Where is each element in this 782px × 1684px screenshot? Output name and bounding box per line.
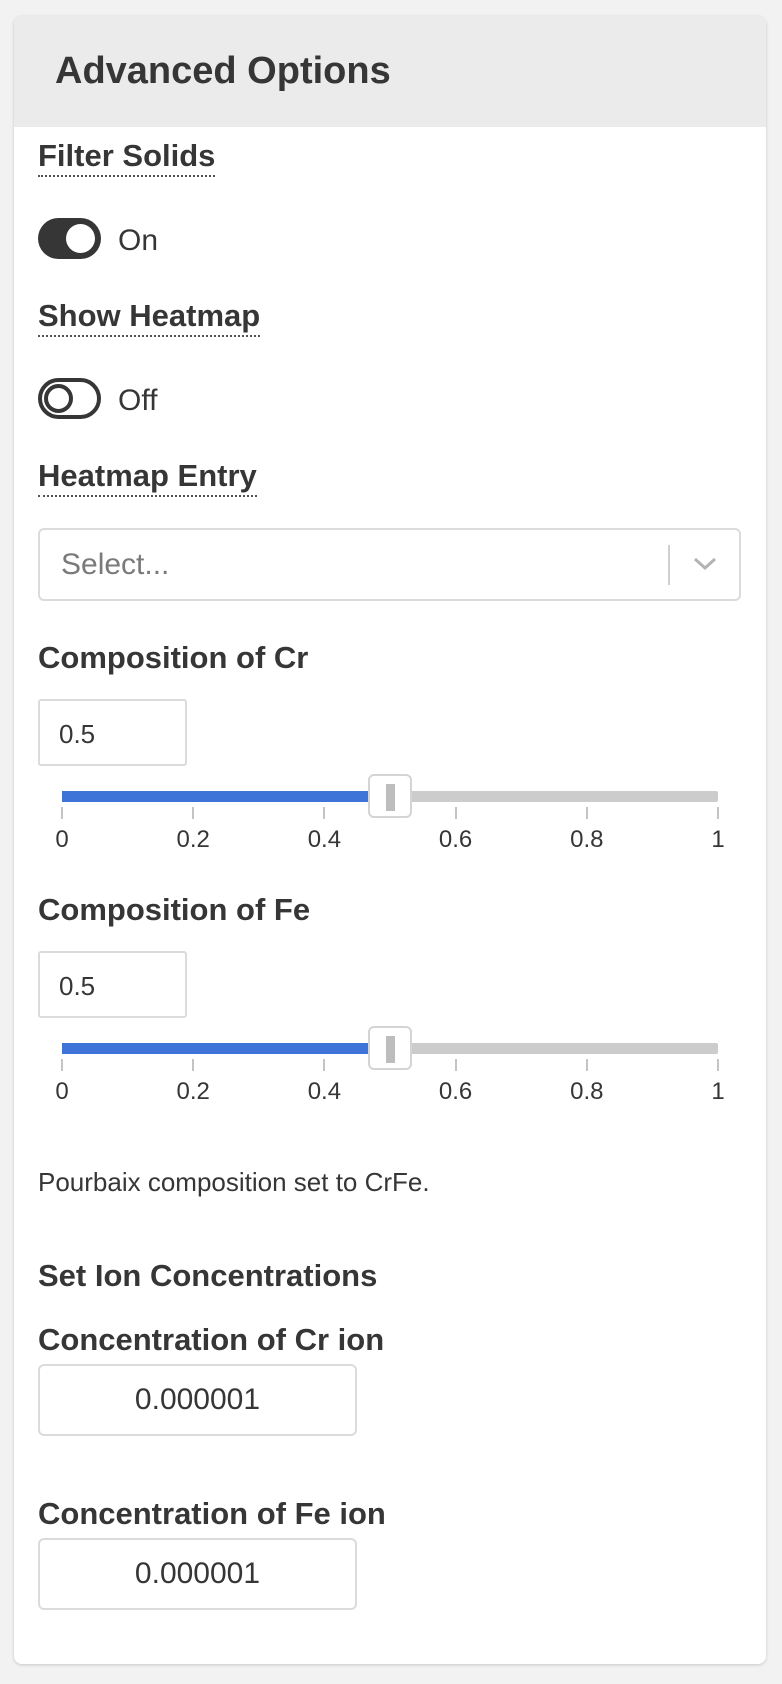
- slider-grip: [386, 1036, 395, 1063]
- filter-solids-state: On: [118, 224, 159, 257]
- slider-track: [62, 1043, 390, 1054]
- slider-tick: [454, 1059, 457, 1071]
- show-heatmap-toggle[interactable]: [38, 378, 101, 419]
- slider-tick-label: 0.2: [176, 826, 210, 853]
- cr-ion-input[interactable]: 0.000001: [38, 1364, 357, 1436]
- composition-fe-slider[interactable]: 0 0.2 0.4 0.6 0.8 1: [38, 1026, 741, 1106]
- filter-solids-label: Filter Solids: [38, 138, 216, 177]
- slider-tick-label: 0: [55, 826, 69, 853]
- filter-solids-toggle[interactable]: [38, 218, 101, 259]
- slider-tick: [717, 1059, 719, 1071]
- slider-tick-label: 0.8: [570, 826, 604, 853]
- fe-ion-label: Concentration of Fe ion: [38, 1496, 386, 1531]
- slider-grip: [386, 784, 395, 811]
- slider-tick: [323, 807, 326, 819]
- slider-tick-label: 1: [711, 1078, 725, 1105]
- slider-tick-label: 0: [55, 1078, 69, 1105]
- chevron-down-icon[interactable]: [692, 555, 718, 573]
- slider-tick: [585, 807, 588, 819]
- slider-handle[interactable]: [368, 774, 412, 818]
- slider-handle[interactable]: [368, 1026, 412, 1070]
- toggle-knob: [44, 384, 73, 413]
- slider-tick: [61, 807, 63, 819]
- slider-tick-label: 0.6: [438, 1078, 473, 1105]
- slider-track: [62, 791, 390, 802]
- panel-title: Advanced Options: [55, 50, 391, 92]
- toggle-knob: [66, 224, 95, 253]
- panel-header[interactable]: Advanced Options: [14, 16, 766, 127]
- heatmap-entry-label: Heatmap Entry: [38, 458, 257, 497]
- advanced-options-panel: Advanced Options Filter Solids On Show H…: [14, 16, 766, 1664]
- ion-section-heading: Set Ion Concentrations: [38, 1258, 378, 1293]
- slider-tick-label: 0.6: [438, 826, 473, 853]
- slider-tick-label: 0.2: [176, 1078, 210, 1105]
- composition-status-text: Pourbaix composition set to CrFe.: [38, 1167, 430, 1197]
- fe-ion-input[interactable]: 0.000001: [38, 1538, 357, 1610]
- composition-cr-label: Composition of Cr: [38, 640, 309, 675]
- slider-tick: [192, 807, 195, 819]
- slider-tick-label: 0.4: [307, 826, 342, 853]
- show-heatmap-label: Show Heatmap: [38, 298, 261, 337]
- show-heatmap-state: Off: [118, 384, 158, 417]
- select-placeholder: Select...: [61, 548, 170, 581]
- slider-tick: [454, 807, 457, 819]
- slider-tick: [61, 1059, 63, 1071]
- heatmap-entry-select[interactable]: Select...: [38, 528, 741, 601]
- slider-tick-label: 1: [711, 826, 725, 853]
- slider-tick: [192, 1059, 195, 1071]
- composition-fe-label: Composition of Fe: [38, 892, 311, 927]
- slider-tick: [585, 1059, 588, 1071]
- composition-cr-slider[interactable]: 0 0.2 0.4 0.6 0.8 1: [38, 774, 741, 854]
- slider-tick-label: 0.4: [307, 1078, 342, 1105]
- slider-tick: [323, 1059, 326, 1071]
- composition-cr-input[interactable]: 0.5: [38, 699, 187, 766]
- composition-fe-input[interactable]: 0.5: [38, 951, 187, 1018]
- select-separator: [668, 545, 670, 585]
- cr-ion-label: Concentration of Cr ion: [38, 1322, 385, 1357]
- slider-tick-label: 0.8: [570, 1078, 604, 1105]
- slider-tick: [717, 807, 719, 819]
